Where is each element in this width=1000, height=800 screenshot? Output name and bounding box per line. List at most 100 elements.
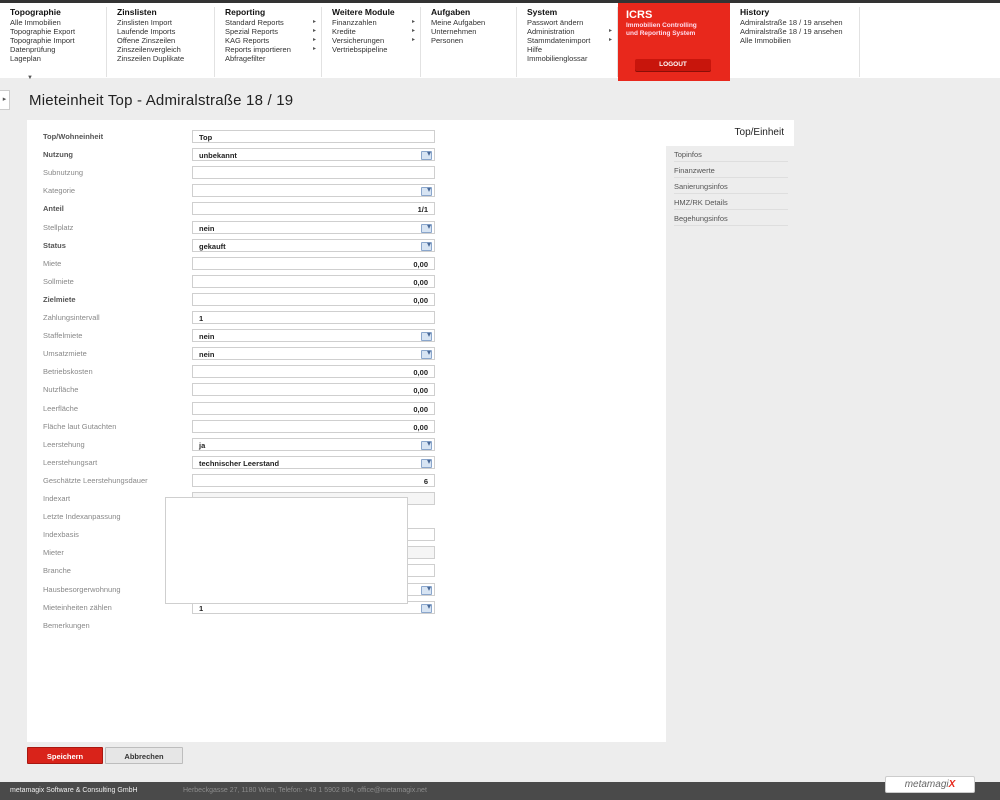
text-field[interactable]: 0,00: [192, 256, 435, 270]
text-field[interactable]: Top: [192, 130, 435, 143]
text-field[interactable]: 0,00: [192, 383, 435, 397]
text-field[interactable]: 1: [192, 311, 435, 324]
form-row: Anteil 1/1: [43, 202, 643, 216]
cancel-button[interactable]: Abbrechen: [105, 747, 183, 764]
menu-item[interactable]: Zinszeilenvergleich: [117, 45, 195, 54]
subnav-item[interactable]: Sanierungsinfos: [674, 178, 788, 194]
menu-item[interactable]: Zinslisten Import: [117, 18, 195, 27]
field-label: Betriebskosten: [43, 367, 93, 377]
menu-column: Topographie Alle Immobilien Topographie Ex…: [0, 7, 107, 77]
menu-item[interactable]: Immobilienglossar: [527, 54, 598, 63]
tab-top-einheit[interactable]: Top/Einheit: [666, 120, 794, 146]
menu-item[interactable]: Reports importieren: [225, 45, 316, 54]
menu-heading[interactable]: Aufgaben: [431, 7, 516, 18]
menu-item[interactable]: Standard Reports: [225, 18, 316, 27]
text-field[interactable]: 0,00: [192, 365, 435, 379]
subnav-item[interactable]: Finanzwerte: [674, 162, 788, 178]
select-field[interactable]: technischer Leerstand: [192, 455, 435, 469]
menu-item[interactable]: Personen: [431, 36, 497, 45]
text-field[interactable]: [192, 166, 435, 180]
menu-heading[interactable]: System: [527, 7, 617, 18]
form-row: Geschätzte Leerstehungsdauer 6: [43, 473, 643, 488]
icrs-logo: ICRS: [626, 9, 653, 21]
subnav-item[interactable]: Begehungsinfos: [674, 210, 788, 226]
remarks-textarea[interactable]: [165, 497, 408, 604]
menu-heading[interactable]: Reporting: [225, 7, 321, 18]
field-label: Geschätzte Leerstehungsdauer: [43, 475, 148, 485]
menu-item[interactable]: Abfragefilter: [225, 54, 302, 63]
menu-heading[interactable]: History: [740, 7, 859, 18]
menu-item[interactable]: Passwort ändern: [527, 18, 598, 27]
menu-item[interactable]: Unternehmen: [431, 27, 497, 36]
field-label: Mieteinheiten zählen: [43, 602, 112, 612]
menu-item[interactable]: Admiralstraße 18 / 19 ansehen: [740, 27, 843, 36]
menu-item[interactable]: Topographie Export: [10, 27, 87, 36]
menu-item[interactable]: Zinszeilen Duplikate: [117, 54, 195, 63]
menu-item[interactable]: Meine Aufgaben: [431, 18, 497, 27]
field-label: Nutzung: [43, 150, 73, 160]
field-label: Zahlungsintervall: [43, 313, 100, 322]
form-row: Leerfläche 0,00: [43, 401, 643, 416]
form-row: Kategorie: [43, 184, 643, 198]
select-field[interactable]: nein: [192, 220, 435, 234]
icrs-subtitle-2: und Reporting System: [626, 30, 696, 37]
menu-item[interactable]: Alle Immobilien: [10, 18, 87, 27]
field-label: Umsatzmiete: [43, 349, 87, 359]
menu-item[interactable]: Vertriebspipeline: [332, 45, 401, 54]
menu-item[interactable]: Spezial Reports: [225, 27, 316, 36]
menu-heading[interactable]: Topographie: [10, 7, 106, 18]
menu-item[interactable]: Versicherungen: [332, 36, 415, 45]
menu-item[interactable]: Lageplan: [10, 54, 87, 63]
menu-heading[interactable]: Zinslisten: [117, 7, 214, 18]
logout-button[interactable]: LOGOUT: [635, 59, 711, 71]
field-label: Leerstehungsart: [43, 457, 98, 467]
text-field[interactable]: 0,00: [192, 292, 435, 306]
save-button[interactable]: Speichern: [27, 747, 103, 764]
subnav-item[interactable]: Topinfos: [674, 146, 788, 162]
text-field[interactable]: 0,00: [192, 419, 435, 433]
menu-heading[interactable]: Weitere Module: [332, 7, 420, 18]
menu-item[interactable]: Administration: [527, 27, 612, 36]
text-field[interactable]: 0,00: [192, 274, 435, 288]
footer: metamagix Software & Consulting GmbH Her…: [0, 782, 1000, 800]
menu-item[interactable]: Offene Zinszeilen: [117, 36, 195, 45]
menu-item[interactable]: Admiralstraße 18 / 19 ansehen: [740, 18, 843, 27]
menu-item[interactable]: Hilfe: [527, 45, 598, 54]
top-menu: Topographie Alle Immobilien Topographie Ex…: [0, 0, 1000, 81]
text-field[interactable]: 1/1: [192, 202, 435, 216]
form-row: Leerstehungsart technischer Leerstand: [43, 455, 643, 470]
page-title: Mieteinheit Top - Admiralstraße 18 / 19: [29, 92, 294, 109]
form-row: Staffelmiete nein: [43, 329, 643, 343]
menu-item[interactable]: Kredite: [332, 27, 415, 36]
field-label: Status: [43, 240, 66, 250]
select-field[interactable]: [192, 184, 435, 198]
menu-item[interactable]: Stammdatenimport: [527, 36, 612, 45]
select-field[interactable]: unbekannt: [192, 148, 435, 162]
select-field[interactable]: ja: [192, 437, 435, 451]
select-field[interactable]: nein: [192, 329, 435, 343]
sub-navigation: Topinfos Finanzwerte Sanierungsinfos HMZ/RK…: [674, 146, 788, 226]
field-label: Leerfläche: [43, 403, 79, 413]
form-row: Umsatzmiete nein: [43, 347, 643, 361]
menu-item[interactable]: Finanzzahlen: [332, 18, 415, 27]
menu-item[interactable]: Datenprüfung: [10, 45, 87, 54]
metamagix-logo: metamagiX: [885, 776, 975, 793]
menu-item[interactable]: Laufende Imports: [117, 27, 195, 36]
form-row: Miete 0,00: [43, 256, 643, 271]
field-label: Staffelmiete: [43, 331, 83, 341]
menu-item[interactable]: Topographie Import: [10, 36, 87, 45]
field-label: Mieter: [43, 548, 64, 558]
form-row: Leerstehung ja: [43, 437, 643, 452]
subnav-item[interactable]: HMZ/RK Details: [674, 194, 788, 210]
collapse-arrow-icon[interactable]: ▼: [25, 75, 35, 83]
menu-item[interactable]: Alle Immobilien: [740, 36, 840, 45]
brand-x: X: [948, 779, 956, 790]
text-field[interactable]: 0,00: [192, 401, 435, 415]
brand-text: metamagi: [904, 779, 949, 790]
select-field[interactable]: gekauft: [192, 238, 435, 252]
menu-item[interactable]: KAG Reports: [225, 36, 316, 45]
text-field[interactable]: 6: [192, 473, 435, 487]
menu-column: Zinslisten Zinslisten Import Laufende Impo…: [107, 7, 215, 77]
select-field[interactable]: nein: [192, 347, 435, 361]
sidebar-toggle-icon[interactable]: ▸: [0, 90, 10, 110]
